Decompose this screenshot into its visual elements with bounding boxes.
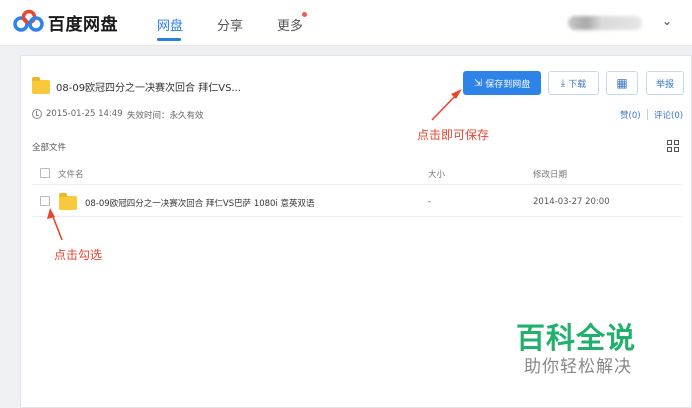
watermark-title: 百科全说	[516, 321, 637, 355]
breadcrumb[interactable]: 全部文件	[32, 141, 66, 153]
notification-dot	[302, 12, 307, 17]
watermark-subtitle: 助你轻松解决	[524, 357, 632, 377]
check-hint: 点击勾选	[54, 248, 103, 262]
download-button[interactable]: ⤓ 下载	[548, 71, 599, 95]
save-icon: ⇲	[473, 77, 483, 89]
logo-text: 百度网盘	[48, 14, 118, 35]
row-checkbox[interactable]	[40, 196, 50, 206]
grid-view-icon[interactable]	[667, 140, 679, 152]
column-header-modified[interactable]: 修改日期	[533, 168, 567, 180]
share-expiry: 失效时间：永久有效	[127, 111, 204, 121]
column-header-size[interactable]: 大小	[428, 168, 445, 180]
share-title: 08-09欧冠四分之一决赛次回合 拜仁VS...	[56, 83, 241, 94]
qr-code-icon: ▦	[616, 76, 628, 90]
nav-more[interactable]: 更多	[277, 15, 303, 34]
save-hint: 点击即可保存	[417, 128, 490, 142]
clock-icon	[32, 109, 42, 119]
divider	[32, 216, 682, 217]
cloud-logo-icon	[12, 9, 44, 35]
file-name[interactable]: 08-09欧冠四分之一决赛次回合 拜仁VS巴萨 1080i 意英双语	[85, 197, 315, 209]
report-button[interactable]: 举报	[646, 71, 684, 95]
column-header-name[interactable]: 文件名	[58, 168, 84, 180]
nav-share[interactable]: 分享	[217, 15, 243, 34]
folder-icon	[32, 77, 50, 94]
divider	[32, 184, 682, 185]
file-size: -	[428, 197, 432, 207]
like-link[interactable]: 赞(0)	[620, 109, 641, 121]
nav-active-underline	[157, 38, 181, 41]
nav-netdisk[interactable]: 网盘	[157, 15, 183, 34]
file-modified: 2014-03-27 20:00	[533, 197, 610, 207]
report-button-label: 举报	[655, 79, 674, 90]
save-to-netdisk-button[interactable]: ⇲ 保存到网盘	[463, 71, 541, 95]
logo[interactable]: 百度网盘	[12, 9, 118, 35]
folder-icon	[59, 193, 77, 210]
top-bar: 百度网盘 网盘 分享 更多 ⌄	[0, 0, 692, 46]
qr-code-button[interactable]: ▦	[606, 71, 638, 95]
chevron-down-icon[interactable]: ⌄	[662, 14, 672, 28]
save-button-label: 保存到网盘	[485, 79, 531, 90]
select-all-checkbox[interactable]	[40, 168, 50, 178]
share-date: 2015-01-25 14:49	[46, 109, 123, 119]
download-icon: ⤓	[560, 77, 566, 89]
download-button-label: 下载	[568, 79, 587, 90]
comment-link[interactable]: 评论(0)	[654, 109, 683, 121]
avatar[interactable]	[568, 16, 642, 30]
divider	[647, 109, 648, 120]
